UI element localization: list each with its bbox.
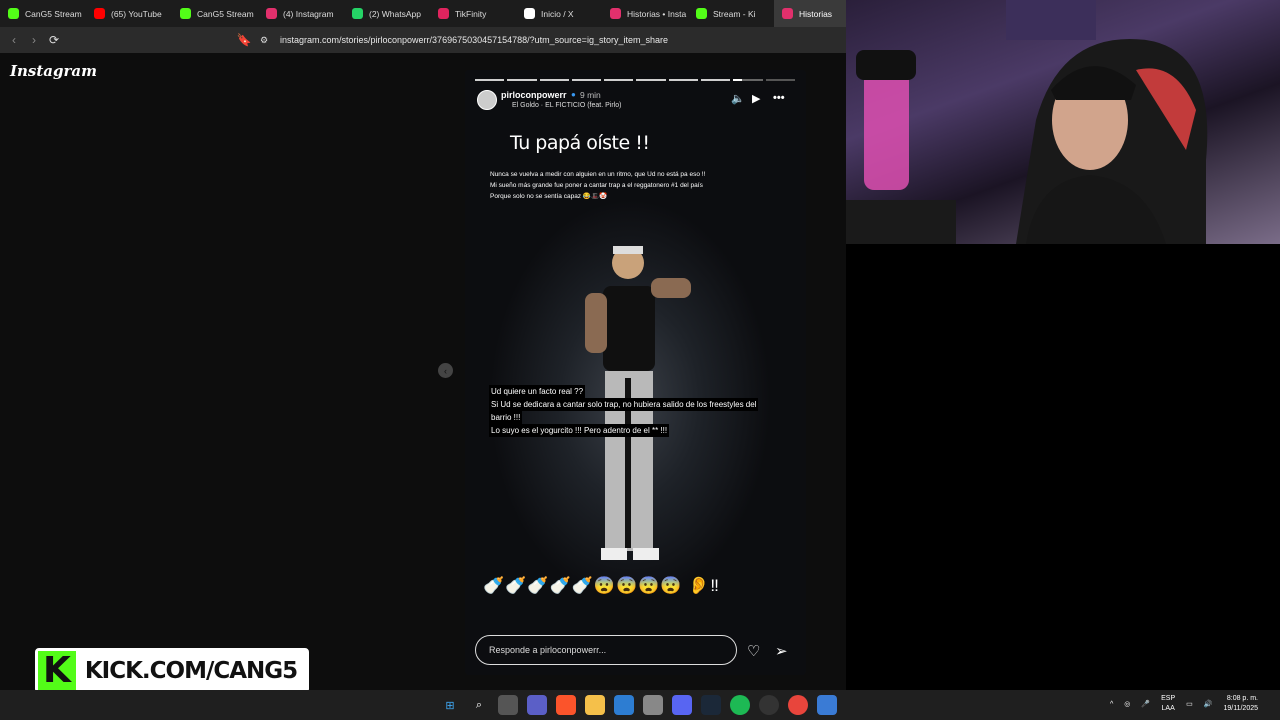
system-tray: ^ ◎ 🎤 ESP LAA ▭ 🔊 8:08 p. m. 19/11/2025 [1110, 694, 1258, 714]
windows-start-icon[interactable]: ⊞ [440, 695, 460, 715]
tab-label: Stream - Ki [713, 8, 756, 19]
verified-icon: ● [571, 90, 576, 99]
clock-time: 8:08 p. m. [1226, 695, 1258, 702]
reply-input[interactable]: Responde a pirloconpowerr... [475, 635, 737, 665]
lang-code: ESP [1161, 695, 1176, 702]
url-field[interactable]: instagram.com/stories/pirloconpowerr/376… [280, 35, 668, 45]
browser-tab[interactable]: CanG5 Stream [0, 0, 86, 27]
tab-label: Historias [799, 8, 833, 19]
previous-story-button[interactable]: ‹ [438, 363, 453, 378]
caption-line: barrio !!! [489, 411, 523, 424]
app-icon[interactable] [759, 695, 779, 715]
security-icon[interactable] [643, 695, 663, 715]
bookmark-icon[interactable]: 🔖 [234, 30, 254, 50]
browser-tab[interactable]: Inicio / X [516, 0, 602, 27]
right-background [846, 244, 1280, 690]
heart-icon[interactable]: ♡ [747, 642, 760, 660]
address-bar: ‹ › ⟳ 🔖 ⚙ instagram.com/stories/pirlocon… [0, 27, 846, 53]
kick-overlay: K KICK.COM/CANG5 [35, 648, 309, 693]
taskbar: ⊞ ⌕ ^ ◎ 🎤 ESP LAA ▭ 🔊 8:08 p. m. 19/11/2… [0, 690, 1280, 720]
search-icon[interactable]: ⌕ [469, 695, 489, 715]
browser-tab[interactable]: (2) WhatsApp [344, 0, 430, 27]
caption-line: Lo suyo es el yogurcito !!! Pero adentro… [489, 424, 670, 437]
webcam-scene [846, 0, 1208, 244]
chrome-icon[interactable] [788, 695, 808, 715]
send-icon[interactable]: ➢ [775, 642, 788, 660]
volume-icon[interactable]: 🔈 [731, 92, 745, 105]
browser-tab[interactable]: Stream - Ki [688, 0, 774, 27]
reload-button[interactable]: ⟳ [44, 30, 64, 50]
more-options-icon[interactable]: ••• [773, 92, 785, 104]
network-tray-icon[interactable]: ◎ [1124, 700, 1130, 708]
photos-icon[interactable] [817, 695, 837, 715]
story-line: Nunca se vuelva a medir con alguien en u… [490, 171, 706, 178]
browser-tab[interactable]: Historias [774, 0, 846, 27]
story-line: Mi sueño más grande fue poner a cantar t… [490, 182, 703, 189]
kick-url: KICK.COM/CANG5 [76, 651, 306, 690]
instagram-logo[interactable]: Instagram [10, 62, 97, 80]
meet-icon[interactable] [527, 695, 547, 715]
brave-icon[interactable] [556, 695, 576, 715]
tab-label: Inicio / X [541, 8, 574, 19]
file-explorer-icon[interactable] [585, 695, 605, 715]
tab-label: Historias • Insta [627, 8, 687, 19]
forward-button[interactable]: › [24, 30, 44, 50]
spotify-icon[interactable] [730, 695, 750, 715]
browser-tab[interactable]: (65) YouTube [86, 0, 172, 27]
instagram-icon [266, 8, 277, 19]
browser-tab[interactable]: (4) Instagram [258, 0, 344, 27]
tab-label: (2) WhatsApp [369, 8, 421, 19]
youtube-icon [94, 8, 105, 19]
caption-line: Ud quiere un facto real ?? [489, 385, 586, 398]
display-icon[interactable]: ▭ [1186, 700, 1193, 708]
kick-icon [8, 8, 19, 19]
browser-tab[interactable]: CanG5 Stream [172, 0, 258, 27]
play-icon[interactable]: ▶ [752, 92, 760, 105]
story-username[interactable]: pirloconpowerr [501, 90, 567, 100]
tikfinity-icon [438, 8, 449, 19]
whatsapp-icon [352, 8, 363, 19]
tab-label: (65) YouTube [111, 8, 162, 19]
site-info-icon[interactable]: ⚙ [254, 30, 274, 50]
x-icon [524, 8, 535, 19]
clock[interactable]: 8:08 p. m. 19/11/2025 [1223, 694, 1258, 714]
tab-label: (4) Instagram [283, 8, 334, 19]
story-progress [475, 79, 795, 81]
language-indicator[interactable]: ESP LAA [1161, 694, 1175, 714]
browser-tab-bar: CanG5 Stream (65) YouTube CanG5 Stream (4) … [0, 0, 846, 27]
lang-layout: LAA [1161, 705, 1175, 712]
story-emojis: 🍼🍼🍼🍼🍼😨😨😨😨 👂‼ [483, 576, 720, 595]
kick-icon [696, 8, 707, 19]
task-view-icon[interactable] [498, 695, 518, 715]
kick-logo: K [38, 650, 76, 691]
tab-label: TikFinity [455, 8, 487, 19]
caption-line: Si Ud se dedicara a cantar solo trap, no… [489, 398, 759, 411]
story-text-lines: Nunca se vuelva a medir con alguien en u… [490, 169, 705, 202]
chevron-up-icon[interactable]: ^ [1110, 701, 1113, 708]
steam-icon[interactable] [701, 695, 721, 715]
story-caption: Ud quiere un facto real ?? Si Ud se dedi… [489, 385, 759, 437]
volume-tray-icon[interactable]: 🔊 [1204, 700, 1213, 708]
discord-icon[interactable] [672, 695, 692, 715]
story-viewer: pirloconpowerr ● 9 min El Goldo · EL FIC… [465, 70, 806, 675]
browser-tab[interactable]: Historias • Insta [602, 0, 688, 27]
back-button[interactable]: ‹ [4, 30, 24, 50]
story-song[interactable]: El Goldo · EL FICTICIO (feat. Pirlo) [512, 102, 621, 109]
tab-label: CanG5 Stream [197, 8, 254, 19]
clock-date: 19/11/2025 [1223, 705, 1258, 712]
story-time: 9 min [580, 90, 601, 100]
instagram-icon [610, 8, 621, 19]
store-icon[interactable] [614, 695, 634, 715]
story-line: Porque solo no se sentía capaz 😂🎩🤡 [490, 193, 608, 200]
tab-label: CanG5 Stream [25, 8, 82, 19]
kick-icon [180, 8, 191, 19]
avatar[interactable] [477, 90, 497, 110]
mic-icon[interactable]: 🎤 [1141, 700, 1150, 708]
browser-tab[interactable]: TikFinity [430, 0, 516, 27]
story-headline: Tu papá oíste !! [510, 132, 650, 154]
webcam-feed [846, 0, 1280, 244]
instagram-icon [782, 8, 793, 19]
